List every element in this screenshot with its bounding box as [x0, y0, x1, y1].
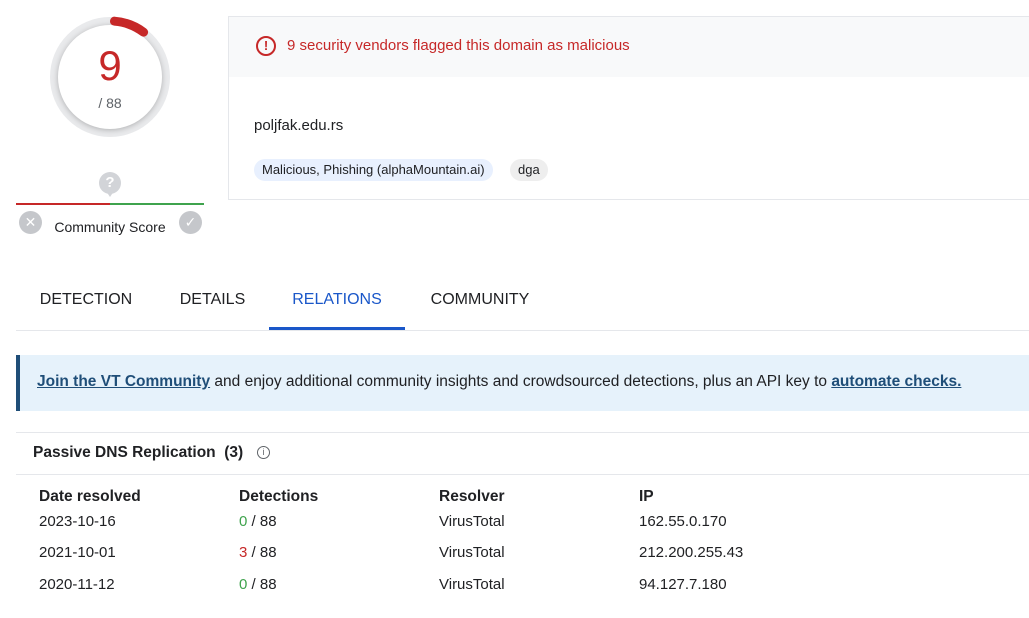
alert-text: 9 security vendors flagged this domain a…	[287, 37, 630, 54]
banner-text: Join the VT Community and enjoy addition…	[37, 373, 961, 391]
tab-detection[interactable]: DETECTION	[16, 278, 156, 328]
pdns-count: (3)	[224, 444, 244, 461]
row-resolver: VirusTotal	[439, 544, 505, 561]
col-resolver: Resolver	[439, 488, 505, 505]
pdns-title-text: Passive DNS Replication	[33, 444, 216, 461]
malicious-alert: ! 9 security vendors flagged this domain…	[229, 17, 1029, 77]
section-divider	[16, 474, 1029, 475]
community-banner: Join the VT Community and enjoy addition…	[16, 355, 1029, 411]
row-detections: 3 / 88	[239, 544, 277, 561]
row-date: 2021-10-01	[39, 544, 116, 561]
row-date: 2020-11-12	[39, 576, 115, 593]
col-ip: IP	[639, 488, 654, 505]
banner-middle-text: and enjoy additional community insights …	[210, 373, 832, 390]
row-resolver: VirusTotal	[439, 576, 505, 593]
pdns-title: Passive DNS Replication (3)	[33, 444, 243, 462]
tab-relations[interactable]: RELATIONS	[269, 278, 405, 330]
community-score-label: Community Score	[54, 219, 166, 235]
info-icon[interactable]: i	[257, 446, 270, 459]
category-tag[interactable]: Malicious, Phishing (alphaMountain.ai)	[254, 159, 493, 181]
vote-harmless-off-icon[interactable]: ✕	[19, 211, 42, 234]
col-date-resolved: Date resolved	[39, 488, 141, 505]
question-icon: ?	[99, 172, 121, 197]
dga-tag[interactable]: dga	[510, 159, 548, 181]
row-detections: 0 / 88	[239, 576, 277, 593]
community-score-bar-positive	[110, 203, 204, 205]
row-ip-link[interactable]: 162.55.0.170	[639, 513, 727, 530]
col-detections: Detections	[239, 488, 319, 505]
tab-bar: DETECTION DETAILS RELATIONS COMMUNITY	[16, 278, 1029, 331]
detection-total: / 88	[247, 544, 277, 561]
tab-details[interactable]: DETAILS	[156, 278, 269, 328]
score-value: 9	[98, 42, 122, 89]
community-score-bar-negative	[16, 203, 110, 205]
detection-total: / 88	[247, 576, 277, 593]
score-total: / 88	[98, 95, 122, 111]
row-ip-link[interactable]: 94.127.7.180	[639, 576, 727, 593]
join-community-link[interactable]: Join the VT Community	[37, 373, 210, 390]
row-resolver: VirusTotal	[439, 513, 505, 530]
domain-name: poljfak.edu.rs	[254, 117, 344, 134]
detection-total: / 88	[247, 513, 277, 530]
detection-score-gauge: 9 / 88	[46, 13, 174, 141]
row-ip-link[interactable]: 212.200.255.43	[639, 544, 743, 561]
alert-icon: !	[256, 36, 276, 56]
summary-card: ! 9 security vendors flagged this domain…	[228, 16, 1029, 200]
section-divider	[16, 432, 1029, 433]
row-detections: 0 / 88	[239, 513, 277, 530]
row-date: 2023-10-16	[39, 513, 116, 530]
vote-harmless-check-icon[interactable]: ✓	[179, 211, 202, 234]
automate-checks-link[interactable]: automate checks.	[831, 373, 961, 390]
tab-community[interactable]: COMMUNITY	[405, 278, 555, 328]
